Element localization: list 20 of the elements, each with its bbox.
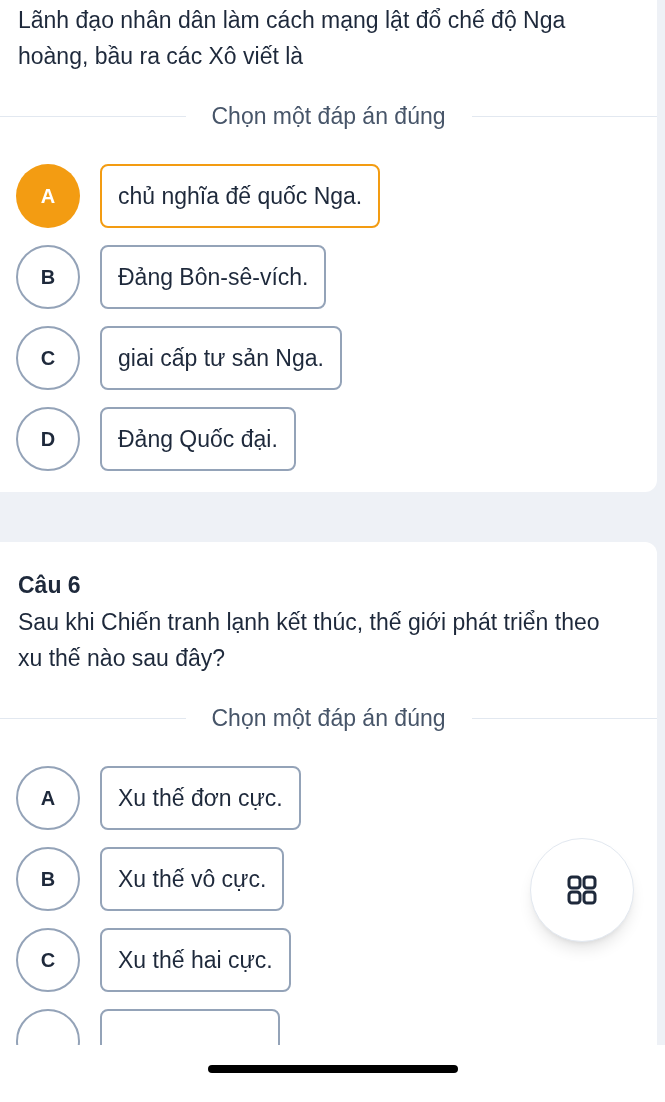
- answer-option[interactable]: Xu thế vô cực.: [100, 847, 285, 911]
- option-letter[interactable]: B: [16, 245, 80, 309]
- home-indicator[interactable]: [207, 1064, 458, 1073]
- answer-option[interactable]: Đảng Quốc đại.: [100, 407, 296, 471]
- instruction-label: Chọn một đáp án đúng: [210, 101, 447, 131]
- question-text: Sau khi Chiến tranh lạnh kết thúc, thế giới phát triển theo xu thế nào sau đây?: [18, 608, 601, 673]
- option-letter[interactable]: D: [16, 407, 80, 471]
- option-letter[interactable]: C: [16, 326, 80, 390]
- answer-option[interactable]: Xu thế hai cực.: [100, 928, 291, 992]
- question-number: Câu 6: [18, 572, 81, 598]
- answer-option[interactable]: giai cấp tư sản Nga.: [100, 326, 342, 390]
- option-letter[interactable]: C: [16, 928, 80, 992]
- answer-option[interactable]: Xu thế đơn cực.: [100, 766, 301, 830]
- answer-option[interactable]: Đảng Bôn-sê-vích.: [100, 245, 327, 309]
- answer-option[interactable]: chủ nghĩa đế quốc Nga.: [100, 164, 381, 228]
- option-letter[interactable]: A: [16, 766, 80, 830]
- instruction-label: Chọn một đáp án đúng: [210, 703, 447, 733]
- grid-icon: [567, 875, 597, 905]
- question-text: Lãnh đạo nhân dân làm cách mạng lật đổ chế độ Nga hoàng, bầu ra các Xô viết là: [18, 6, 567, 71]
- option-letter[interactable]: B: [16, 847, 80, 911]
